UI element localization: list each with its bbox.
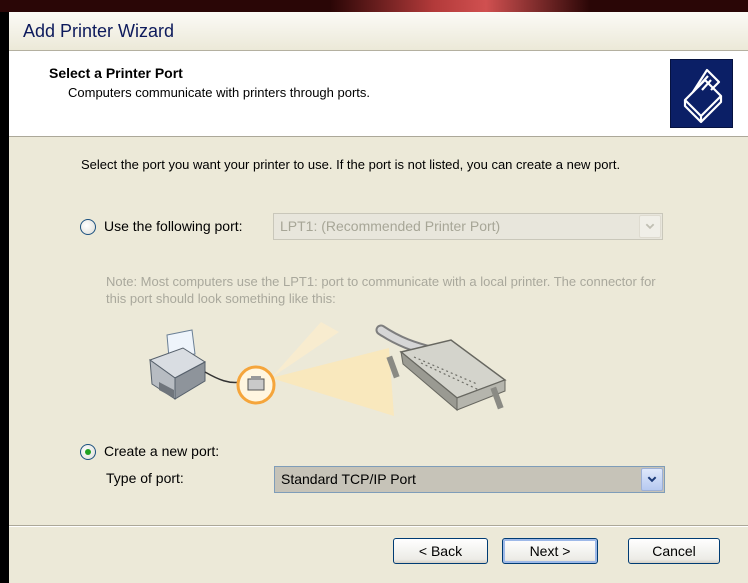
port-type-value: Standard TCP/IP Port <box>281 471 416 487</box>
chevron-down-icon[interactable] <box>641 468 663 491</box>
create-new-port-label[interactable]: Create a new port: <box>104 443 219 459</box>
printer-icon <box>148 329 242 400</box>
footer-divider <box>9 525 748 527</box>
port-type-label: Type of port: <box>106 470 184 486</box>
background-edge <box>0 12 9 583</box>
wizard-window: Add Printer Wizard Select a Printer Port… <box>9 12 748 583</box>
cancel-button[interactable]: Cancel <box>628 538 720 564</box>
back-button[interactable]: < Back <box>393 538 488 564</box>
port-type-select[interactable]: Standard TCP/IP Port <box>274 466 665 493</box>
next-button[interactable]: Next > <box>502 538 598 564</box>
background-strip <box>0 0 748 12</box>
parallel-cable-connector <box>375 324 507 412</box>
light-beam <box>271 322 394 416</box>
connector-highlight <box>236 365 276 405</box>
parallel-connector-illustration <box>148 322 507 416</box>
create-new-port-radio[interactable] <box>80 444 96 460</box>
radio-selected-dot <box>85 449 91 455</box>
